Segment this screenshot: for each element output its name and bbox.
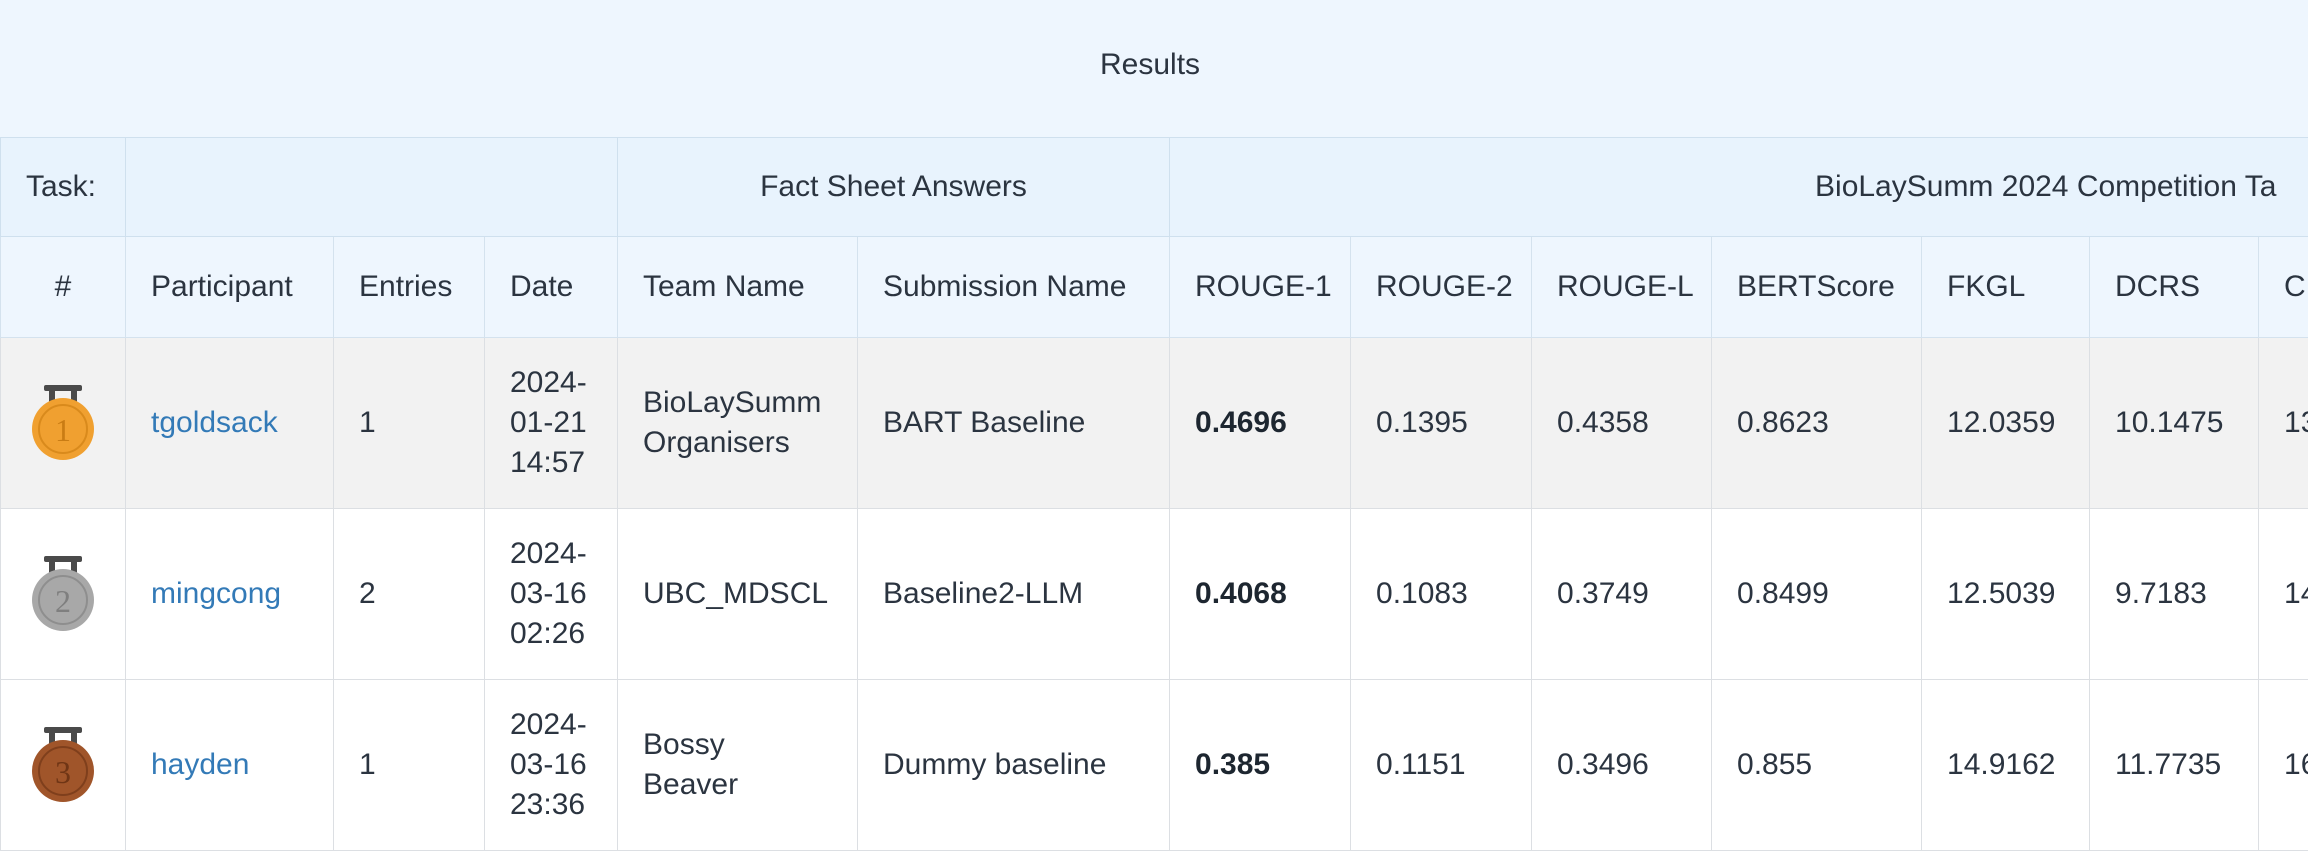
rouge1-cell: 0.4068 [1169,508,1352,680]
competition-group-header: BioLaySumm 2024 Competition Ta [1169,137,2308,237]
participant-link[interactable]: hayden [151,748,249,781]
date-cell: 2024- 03-16 02:26 [484,508,618,680]
bertscore-cell: 0.8499 [1711,508,1923,680]
col-entries[interactable]: Entries [333,236,485,338]
date-cell: 2024- 01-21 14:57 [484,337,618,509]
leaderboard-frame: Results Task: Fact Sheet Answers BioLayS… [0,0,2308,860]
next-metric-cell: 16 [2258,679,2308,851]
rougel-cell: 0.3749 [1531,508,1713,680]
rouge2-cell: 0.1083 [1350,508,1533,680]
col-participant[interactable]: Participant [125,236,334,338]
rougel-cell: 0.3496 [1531,679,1713,851]
entries-cell: 1 [333,337,485,509]
rouge2-cell: 0.1151 [1350,679,1533,851]
table-row: 1 tgoldsack 1 2024- 01-21 14:57 BioLaySumm… [0,337,2308,509]
task-label: Task: [0,137,126,237]
medal-number: 2 [55,583,71,619]
silver-medal-icon: 2 [32,556,94,631]
col-date[interactable]: Date [484,236,618,338]
task-empty-cell [125,137,618,237]
col-rougel[interactable]: ROUGE-L [1531,236,1713,338]
rouge2-cell: 0.1395 [1350,337,1533,509]
col-dcrs[interactable]: DCRS [2089,236,2260,338]
submission-name-cell: BART Baseline [856,337,1171,509]
bertscore-cell: 0.8623 [1711,337,1923,509]
entries-cell: 1 [333,679,485,851]
date-cell: 2024- 03-16 23:36 [484,679,618,851]
medal-number: 1 [55,412,71,448]
participant-cell[interactable]: mingcong [125,508,334,680]
next-metric-cell: 13 [2258,337,2308,509]
team-name-cell: Bossy Beaver [617,679,858,851]
submission-name-cell: Baseline2-LLM [856,508,1171,680]
rank-cell: 1 [0,337,126,509]
rougel-cell: 0.4358 [1531,337,1713,509]
entries-cell: 2 [333,508,485,680]
bertscore-cell: 0.855 [1711,679,1923,851]
fkgl-cell: 12.0359 [1921,337,2091,509]
table-row: 2 mingcong 2 2024- 03-16 02:26 UBC_MDSCL B… [0,508,2308,680]
rouge1-cell: 0.4696 [1169,337,1352,509]
col-rank[interactable]: # [0,236,126,338]
rank-cell: 3 [0,679,126,851]
col-rouge1[interactable]: ROUGE-1 [1169,236,1352,338]
results-header-bar: Results [0,0,2308,138]
participant-link[interactable]: mingcong [151,577,281,610]
column-header-row: # Participant Entries Date Team Name Sub… [0,236,2308,338]
team-name-cell: BioLaySumm Organisers [617,337,858,509]
fact-sheet-group-header: Fact Sheet Answers [616,137,1171,237]
col-fkgl[interactable]: FKGL [1921,236,2091,338]
fkgl-cell: 14.9162 [1921,679,2091,851]
submission-name-cell: Dummy baseline [856,679,1171,851]
bronze-medal-icon: 3 [32,727,94,802]
rouge1-cell: 0.385 [1169,679,1352,851]
col-team-name[interactable]: Team Name [617,236,858,338]
participant-cell[interactable]: hayden [125,679,334,851]
fkgl-cell: 12.5039 [1921,508,2091,680]
col-rouge2[interactable]: ROUGE-2 [1350,236,1533,338]
dcrs-cell: 9.7183 [2089,508,2260,680]
col-next[interactable]: C [2258,236,2308,338]
participant-link[interactable]: tgoldsack [151,406,278,439]
results-title: Results [1100,48,1201,81]
next-metric-cell: 14 [2258,508,2308,680]
gold-medal-icon: 1 [32,385,94,460]
dcrs-cell: 11.7735 [2089,679,2260,851]
participant-cell[interactable]: tgoldsack [125,337,334,509]
team-name-cell: UBC_MDSCL [617,508,858,680]
col-bertscore[interactable]: BERTScore [1711,236,1923,338]
medal-number: 3 [55,754,71,790]
task-row: Task: Fact Sheet Answers BioLaySumm 2024… [0,137,2308,237]
dcrs-cell: 10.1475 [2089,337,2260,509]
table-row: 3 hayden 1 2024- 03-16 23:36 Bossy Beaver D… [0,679,2308,851]
rank-cell: 2 [0,508,126,680]
col-submission-name[interactable]: Submission Name [856,236,1171,338]
results-table: Task: Fact Sheet Answers BioLaySumm 2024… [0,137,2308,851]
